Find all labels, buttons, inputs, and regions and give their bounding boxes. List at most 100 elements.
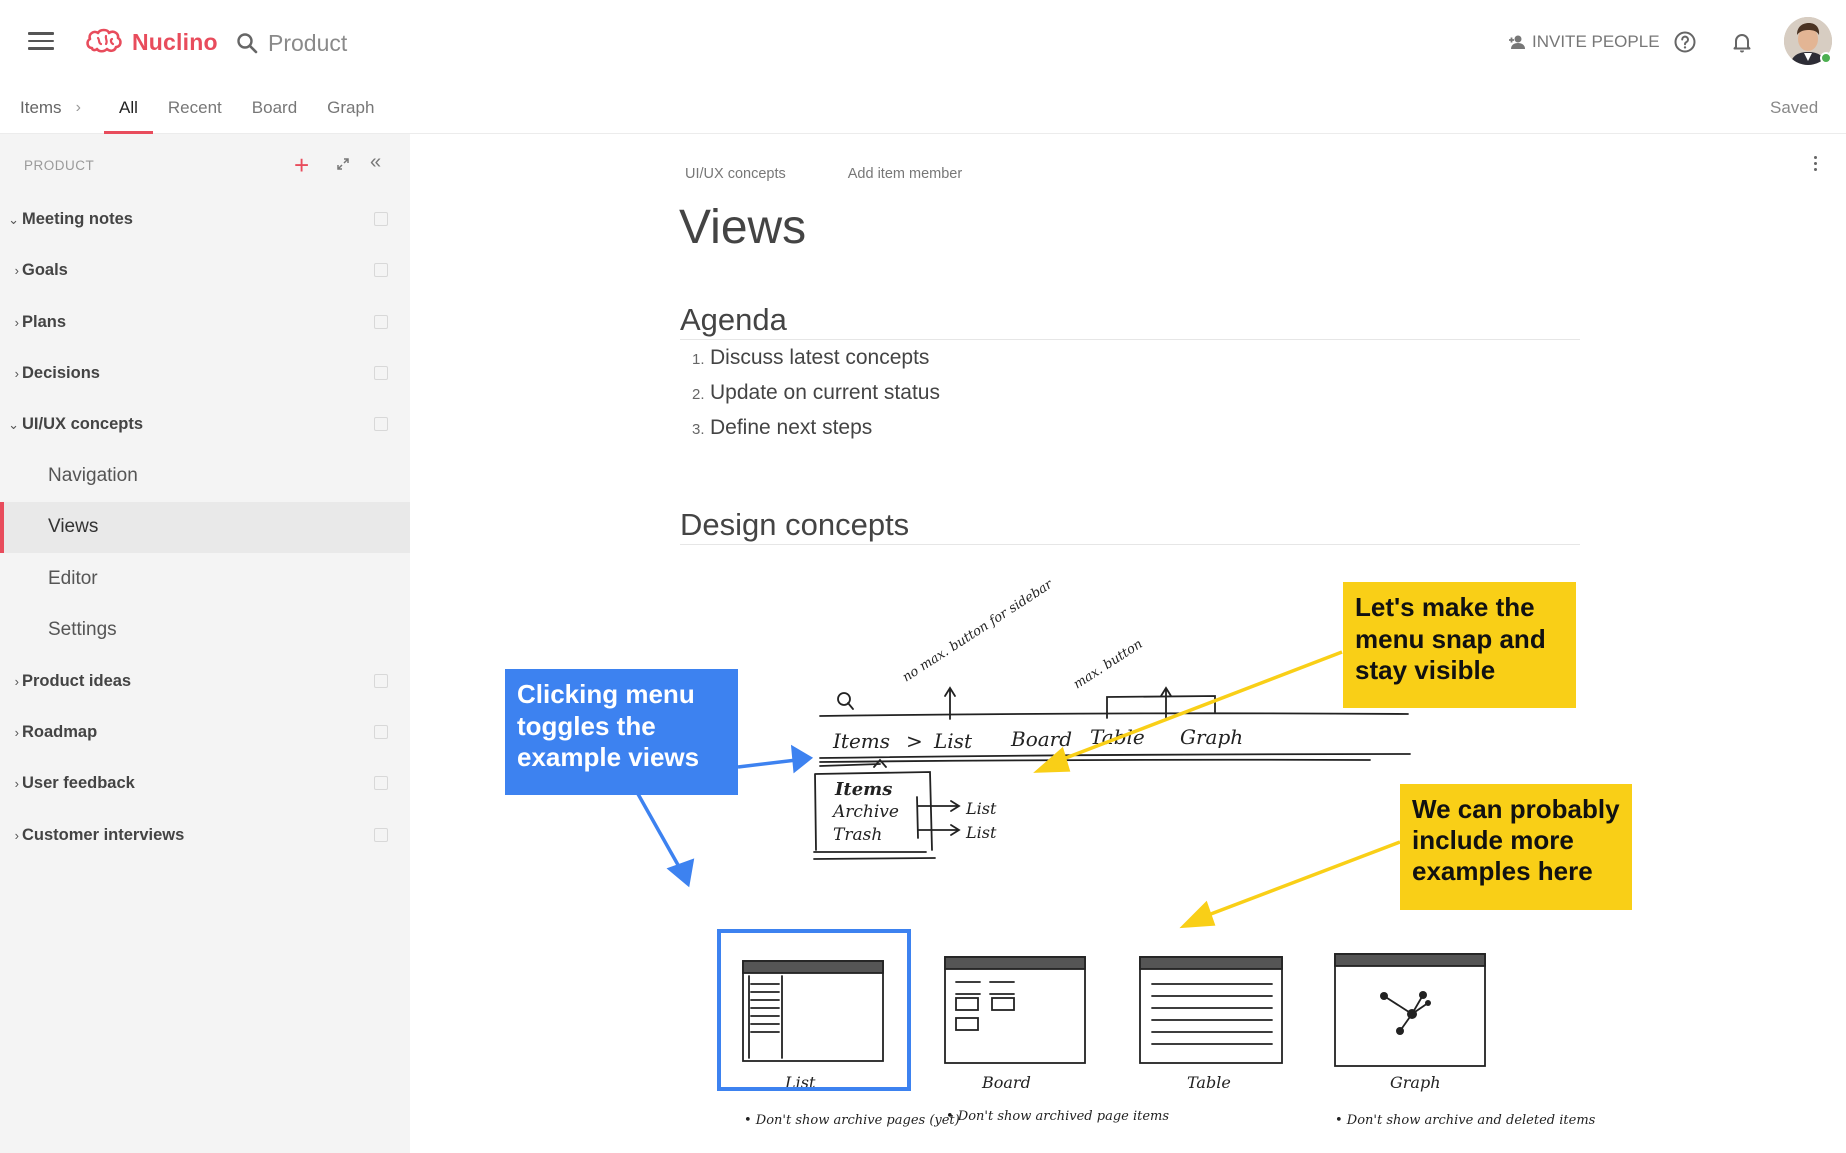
search-icon [237,33,258,54]
sidebar-item-label: Plans [22,312,67,331]
chevron-right-icon[interactable]: › [0,674,22,689]
sidebar-item-meeting-notes[interactable]: ⌄ Meeting notes [0,194,410,245]
list-item[interactable]: 3. Define next steps [692,416,940,451]
chevron-right-icon[interactable]: › [0,315,22,330]
chevron-right-icon: › [75,99,81,116]
brain-logo-icon [86,28,122,53]
heading-agenda[interactable]: Agenda [680,302,1580,340]
sketch-nav-list: List [933,729,973,753]
page-title[interactable]: Views [679,200,806,255]
sidebar-item-ui-ux-concepts[interactable]: ⌄ UI/UX concepts [0,399,410,450]
selected-view-highlight [717,929,911,1091]
cluster-icon [374,776,388,791]
breadcrumb[interactable]: Items › [20,98,81,118]
add-item-icon[interactable]: + [294,152,309,178]
tab-all[interactable]: All [104,82,153,134]
sidebar-item-plans[interactable]: › Plans [0,297,410,348]
sidebar-item-goals[interactable]: › Goals [0,245,410,296]
chevron-down-icon[interactable]: ⌄ [0,212,22,228]
cluster-icon [374,417,388,432]
sidebar-item-roadmap[interactable]: › Roadmap [0,707,410,758]
sidebar-item-label: User feedback [22,774,135,793]
tab-recent[interactable]: Recent [153,82,237,134]
cluster-icon [374,827,388,842]
heading-design-concepts[interactable]: Design concepts [680,507,1580,545]
app-name: Nuclino [132,28,218,55]
tab-board[interactable]: Board [237,82,312,134]
callout-menu-snap: Let's make the menu snap and stay visibl… [1343,582,1576,708]
sketch-menu-trash: Trash [833,825,882,845]
search-box[interactable]: Product [236,26,347,60]
sidebar-item-label: Customer interviews [22,825,185,844]
sketch-note-sidebar: no max. button for sidebar [900,577,1056,686]
hamburger-menu-icon[interactable] [28,32,54,52]
add-person-icon [1509,35,1525,49]
sketch-nav-board: Board [1010,727,1072,751]
sidebar-item-editor[interactable]: Editor [0,553,410,604]
view-tabs: All Recent Board Graph [104,82,389,134]
chevron-right-icon[interactable]: › [0,263,22,278]
sidebar-item-label: Roadmap [22,723,98,742]
sidebar-item-user-feedback[interactable]: › User feedback [0,758,410,809]
cluster-icon [374,314,388,329]
view-navigation: Items › All Recent Board Graph Saved [0,82,1846,134]
invite-people-label: INVITE PEOPLE [1532,32,1660,51]
chevron-right-icon[interactable]: › [0,366,22,381]
sidebar-item-views[interactable]: Views [0,501,410,554]
app-logo[interactable]: Nuclino [84,24,218,60]
breadcrumb-items[interactable]: Items [20,98,62,118]
cluster-icon [374,724,388,739]
expand-icon[interactable] [335,156,351,172]
sketch-nav-items: Items [832,729,890,753]
item-meta: UI/UX concepts Add item member [685,166,962,182]
sketch-nav-table: Table [1090,725,1145,749]
tab-graph[interactable]: Graph [312,82,389,134]
cluster-icon [374,365,388,380]
sidebar-item-label: UI/UX concepts [22,415,144,434]
sidebar-item-navigation[interactable]: Navigation [0,450,410,501]
sidebar-item-label: Decisions [22,364,100,383]
sketch-thumb-board: Board [981,1073,1031,1092]
more-options-icon[interactable] [1810,156,1820,176]
cluster-icon [374,212,388,226]
search-workspace-text: Product [268,29,348,56]
sidebar-item-label: Navigation [48,465,138,487]
workspace-heading: PRODUCT [24,158,95,173]
sketch-arrow-list-2: List [965,823,997,842]
sketch-thumb-note-graph: • Don't show archive and deleted items [1335,1113,1596,1128]
chevron-right-icon[interactable]: › [0,828,22,843]
sketch-nav-graph: Graph [1180,725,1243,749]
sketch-thumb-table: Table [1187,1073,1231,1092]
cluster-icon [374,673,388,688]
list-item[interactable]: 2. Update on current status [692,381,940,416]
chevron-right-icon[interactable]: › [0,725,22,740]
sidebar-item-label: Settings [48,619,117,641]
sketch-thumb-note-list: • Don't show archive pages (yet) [744,1113,960,1128]
notification-bell-icon[interactable] [1730,30,1754,54]
item-tree: ⌄ Meeting notes › Goals › Plans › Decisi… [0,194,410,861]
top-bar: Nuclino Product INVITE PEOPLE [0,0,1846,82]
collapse-sidebar-icon[interactable]: « [370,152,381,172]
sketch-arrow-list-1: List [965,799,997,818]
chevron-down-icon[interactable]: ⌄ [0,417,22,433]
design-sketch-image: Items > List Board Table Graph Items Arc… [636,577,1596,1128]
parent-cluster-link[interactable]: UI/UX concepts [685,166,786,182]
sidebar-item-customer-interviews[interactable]: › Customer interviews [0,810,410,861]
invite-people-button[interactable]: INVITE PEOPLE [1508,28,1660,56]
sketch-nav-separator: > [906,729,923,753]
callout-menu-toggle: Clicking menu toggles the example views [505,669,738,795]
cluster-icon [374,263,388,278]
agenda-list: 1. Discuss latest concepts 2. Update on cu… [692,346,940,451]
online-status-indicator [1820,52,1832,64]
help-icon[interactable] [1673,30,1697,54]
sidebar-item-decisions[interactable]: › Decisions [0,348,410,399]
chevron-right-icon[interactable]: › [0,776,22,791]
sidebar-item-settings[interactable]: Settings [0,604,410,655]
sketch-menu-archive: Archive [831,802,899,822]
sidebar-item-label: Goals [22,261,68,280]
callout-more-examples: We can probably include more examples he… [1400,784,1632,910]
sidebar-item-product-ideas[interactable]: › Product ideas [0,656,410,707]
sidebar-item-label: Product ideas [22,671,132,690]
list-item[interactable]: 1. Discuss latest concepts [692,346,940,381]
add-item-member-button[interactable]: Add item member [848,166,962,182]
